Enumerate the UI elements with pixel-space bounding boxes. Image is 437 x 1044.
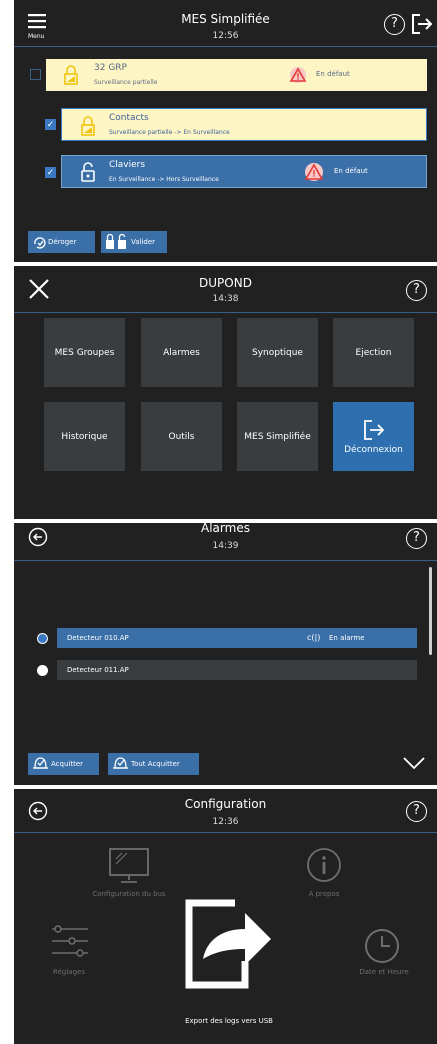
screen-main-menu: DUPOND 14:38 ? MES Groupes Alarmes Synop… [14,266,437,519]
monitor-icon[interactable] [108,847,150,889]
warning-icon [289,67,307,87]
header: Alarmes 14:39 ? [14,523,437,561]
derog-label: Déroger [48,238,77,246]
row-name: Claviers [109,160,146,170]
row-state: Surveillance partielle [94,79,158,86]
row-checkbox[interactable]: ✓ [45,119,56,130]
warning-icon [304,163,324,185]
sliders-icon[interactable] [50,924,90,964]
about-label: A propos [308,890,340,898]
export-logs-label: Export des logs vers USB [185,1017,273,1025]
page-title: DUPOND [199,276,252,290]
group-row-contacts[interactable]: Contacts Surveillance partielle -> En Su… [61,108,427,141]
settings-label: Réglages [53,968,85,976]
tile-mes-groupes[interactable]: MES Groupes [44,318,125,387]
scrollbar[interactable] [429,567,432,655]
validate-button[interactable]: Valider [101,231,167,253]
row-name: Contacts [109,113,149,123]
info-icon[interactable] [306,847,342,887]
ack-all-button[interactable]: Tout Acquitter [108,753,199,775]
chevron-down-icon[interactable] [402,755,426,775]
clock: 12:36 [212,817,239,827]
status-dot [37,665,48,676]
row-state: Surveillance partielle -> En Surveillanc… [109,129,230,136]
tile-deconnexion[interactable]: Déconnexion [333,402,414,471]
help-icon[interactable]: ? [384,14,405,35]
clock-icon[interactable] [364,928,400,968]
tile-synoptique[interactable]: Synoptique [237,318,318,387]
row-status: En défaut [316,70,350,78]
alarm-name: Detecteur 011.AP [67,666,129,674]
siren-icon: c(|) [307,633,321,642]
partial-lock-icon [81,115,95,141]
alarm-status: En alarme [329,634,365,642]
alarm-name: Detecteur 010.AP [67,634,129,642]
row-checkbox[interactable]: ✓ [45,167,56,178]
export-usb-icon[interactable] [185,899,277,993]
row-state: En Surveillance -> Hors Surveillance [109,176,219,183]
help-icon[interactable]: ? [406,280,427,301]
ack-all-label: Tout Acquitter [131,760,180,768]
row-status: En défaut [334,167,368,175]
clock: 12:56 [212,31,239,41]
ack-button[interactable]: Acquitter [28,753,99,775]
clock: 14:39 [212,541,239,551]
screen-mes-simplifiee: Menu MES Simplifiée 12:56 ? 32 GRP Surve… [14,0,437,262]
tile-alarmes[interactable]: Alarmes [141,318,222,387]
date-time-label: Date et Heure [359,968,409,976]
header: Menu MES Simplifiée 12:56 ? [14,0,437,47]
logout-icon[interactable] [411,13,433,35]
header: Configuration 12:36 ? [14,789,437,833]
clock: 14:38 [212,294,239,304]
page-title: MES Simplifiée [181,12,270,26]
ack-label: Acquitter [51,760,84,768]
page-title: Alarmes [201,523,250,535]
row-checkbox[interactable] [30,69,41,80]
screen-alarmes: Alarmes 14:39 ? Detecteur 010.AP c(|) En… [14,523,437,785]
validate-label: Valider [131,238,156,246]
group-row-32grp[interactable]: 32 GRP Surveillance partielle En défaut [46,59,427,91]
alarm-row[interactable]: Detecteur 010.AP c(|) En alarme [57,628,417,648]
alarm-row[interactable]: Detecteur 011.AP [57,660,417,680]
help-icon[interactable]: ? [406,528,427,549]
tile-mes-simplifiee[interactable]: MES Simplifiée [237,402,318,471]
status-dot [37,633,48,644]
unlock-icon [81,161,95,187]
tile-label: Déconnexion [344,444,403,455]
logout-icon [363,419,384,440]
row-name: 32 GRP [94,63,127,73]
tile-historique[interactable]: Historique [44,402,125,471]
page-title: Configuration [184,797,267,811]
screen-configuration: Configuration 12:36 ? Configuration du b… [14,789,437,1044]
partial-lock-icon [64,64,78,90]
header: DUPOND 14:38 ? [14,266,437,313]
tile-ejection[interactable]: Ejection [333,318,414,387]
derog-button[interactable]: Déroger [28,231,95,253]
group-row-claviers[interactable]: Claviers En Surveillance -> Hors Surveil… [61,155,427,188]
tile-outils[interactable]: Outils [141,402,222,471]
bus-config-label: Configuration du bus [92,890,166,898]
help-icon[interactable]: ? [406,801,427,822]
